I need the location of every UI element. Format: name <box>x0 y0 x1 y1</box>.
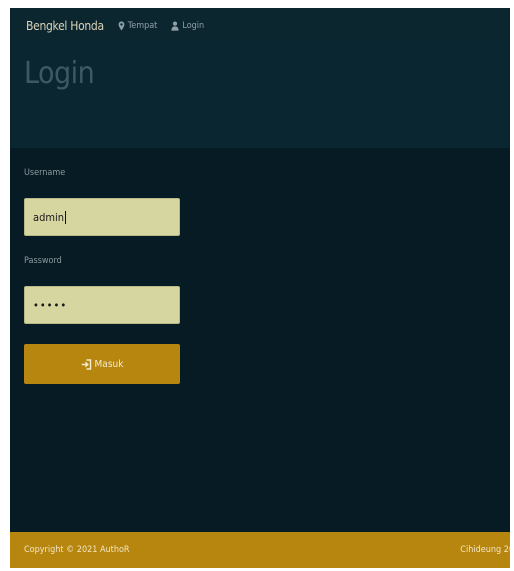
footer-right-text: Cihideung 20 <box>460 545 510 555</box>
page-title: Login <box>24 56 95 91</box>
brand-link[interactable]: Bengkel Honda <box>26 19 104 33</box>
username-field[interactable]: admin <box>24 198 180 236</box>
map-marker-icon <box>118 21 125 31</box>
sign-in-icon <box>81 358 91 370</box>
login-button-label: Masuk <box>94 358 124 370</box>
username-value: admin <box>33 210 65 224</box>
nav-link-label: Tempat <box>127 21 158 31</box>
username-label: Username <box>24 168 66 178</box>
login-button[interactable]: Masuk <box>24 344 180 384</box>
footer: Copyright © 2021 AuthoR Cihideung 20 <box>10 532 510 568</box>
nav-link-login[interactable]: Login <box>171 21 204 31</box>
text-caret <box>65 210 67 224</box>
password-value: ••••• <box>33 298 68 312</box>
password-field[interactable]: ••••• <box>24 286 180 324</box>
nav-link-tempat[interactable]: Tempat <box>118 21 158 31</box>
navbar: Bengkel Honda Tempat Login <box>10 8 510 44</box>
app-frame: Bengkel Honda Tempat Login Login Usernam… <box>10 8 510 568</box>
nav-link-label: Login <box>182 21 205 31</box>
password-label: Password <box>24 256 62 266</box>
login-form: Username admin Password ••••• Masuk <box>24 168 180 384</box>
footer-copyright: Copyright © 2021 AuthoR <box>24 545 130 555</box>
user-icon <box>171 21 179 31</box>
